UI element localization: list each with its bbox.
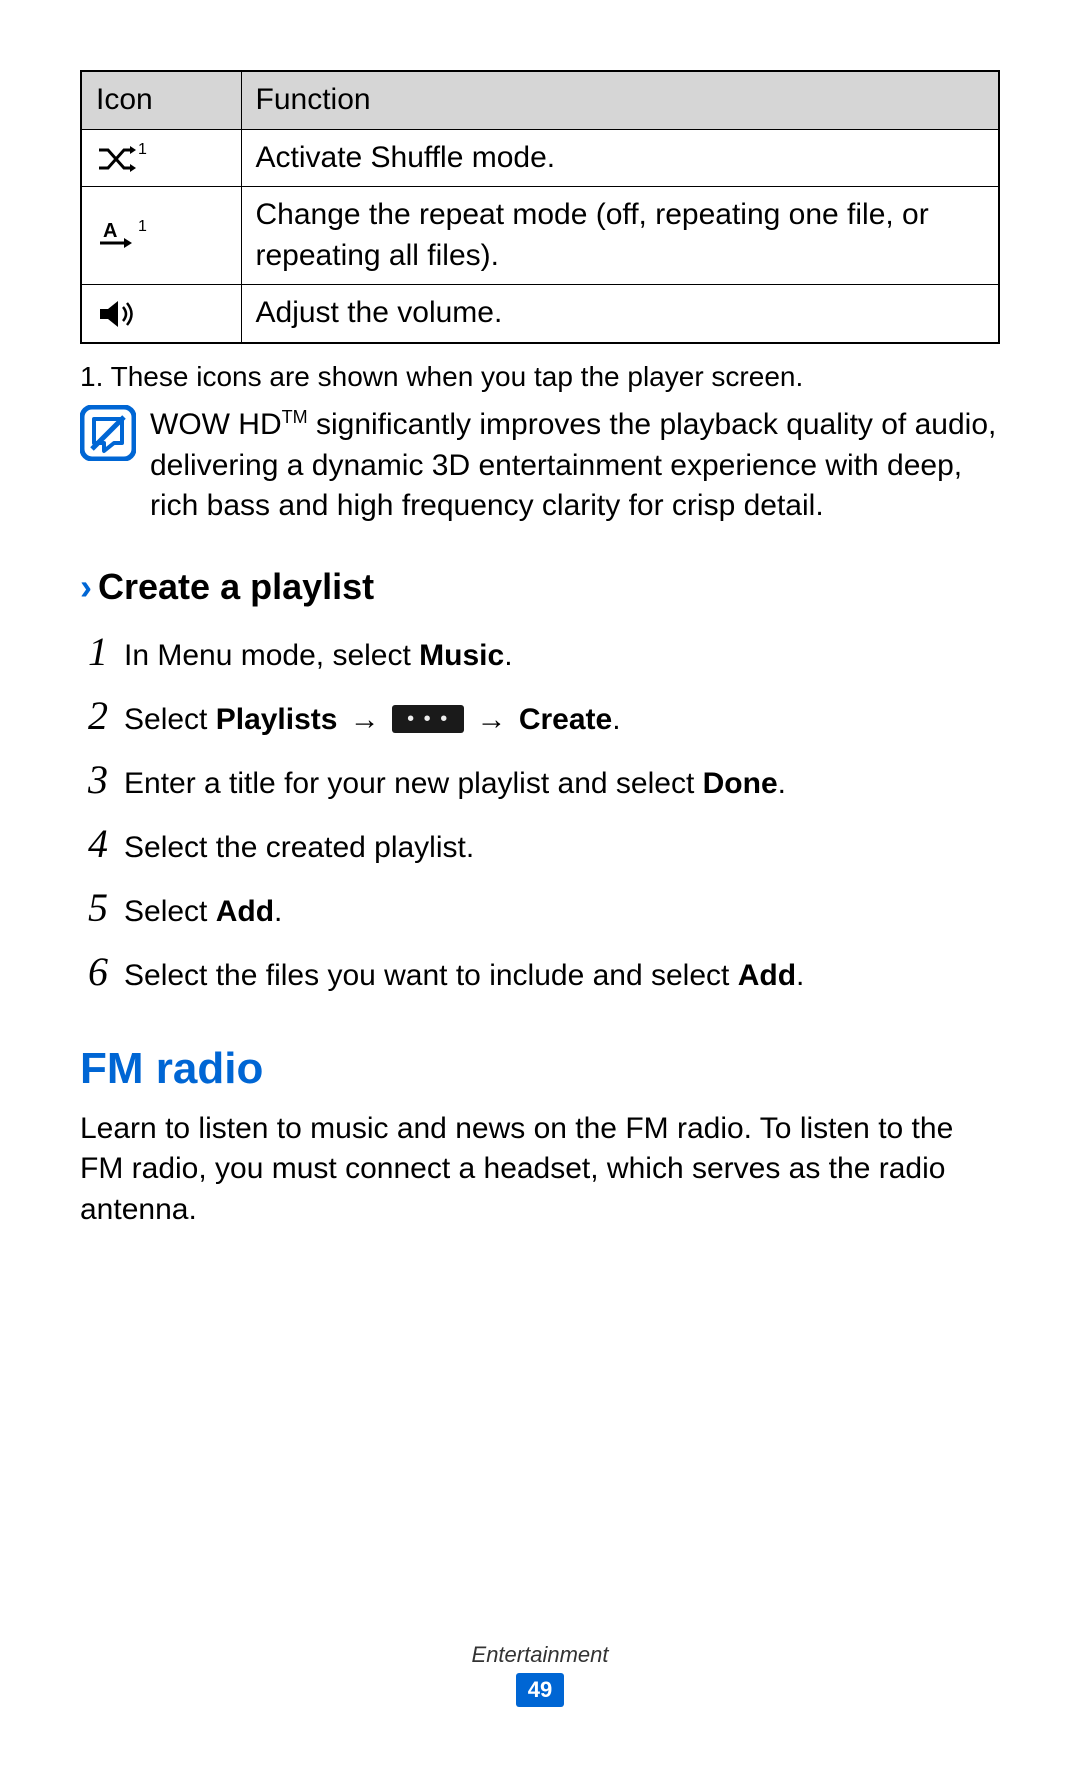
t: . (612, 703, 620, 736)
t: . (778, 767, 786, 800)
note-prefix: WOW HD (150, 408, 282, 441)
step-item: 5 Select Add. (80, 881, 1000, 935)
table-row: A 1 Change the repeat mode (off, repeati… (81, 187, 999, 285)
cell-function: Change the repeat mode (off, repeating o… (241, 187, 999, 285)
t: Enter a title for your new playlist and … (124, 767, 703, 800)
svg-text:A: A (103, 220, 117, 242)
th-icon: Icon (81, 71, 241, 129)
step-item: 1 In Menu mode, select Music. (80, 625, 1000, 679)
bold: Done (703, 767, 778, 800)
t: . (274, 895, 282, 928)
cell-function: Activate Shuffle mode. (241, 129, 999, 187)
heading-fm-radio: FM radio (80, 1039, 1000, 1098)
page-footer: Entertainment 49 (0, 1640, 1080, 1707)
table-row: Adjust the volume. (81, 285, 999, 343)
step-item: 3 Enter a title for your new playlist an… (80, 753, 1000, 807)
note-text: WOW HDTM significantly improves the play… (150, 405, 1000, 527)
step-text: Select the files you want to include and… (124, 956, 804, 997)
footnote-mark: 1 (138, 218, 147, 235)
footnote-mark: 1 (138, 141, 147, 158)
th-function: Function (241, 71, 999, 129)
info-note: WOW HDTM significantly improves the play… (80, 405, 1000, 527)
repeat-icon: A (96, 219, 136, 253)
arrow: → (464, 703, 519, 736)
cell-icon-volume (81, 285, 241, 343)
shuffle-icon (96, 144, 136, 174)
step-text: Select Add. (124, 892, 282, 933)
bold: Playlists (216, 703, 338, 736)
step-text: Select the created playlist. (124, 828, 474, 869)
bold: Create (519, 703, 612, 736)
steps-list: 1 In Menu mode, select Music. 2 Select P… (80, 625, 1000, 999)
t: . (796, 959, 804, 992)
table-header-row: Icon Function (81, 71, 999, 129)
chevron-icon: › (80, 566, 92, 607)
more-menu-icon (392, 705, 464, 733)
step-item: 6 Select the files you want to include a… (80, 945, 1000, 999)
section-title-text: Create a playlist (98, 566, 374, 607)
page: Icon Function 1 Activate Shuffle mode. (0, 0, 1080, 1771)
bold: Add (738, 959, 796, 992)
body-paragraph: Learn to listen to music and news on the… (80, 1109, 1000, 1231)
step-text: Select Playlists → → Create. (124, 700, 621, 741)
step-number: 6 (80, 945, 108, 999)
bold: Add (216, 895, 274, 928)
t: Select (124, 703, 216, 736)
step-item: 2 Select Playlists → → Create. (80, 689, 1000, 743)
cell-icon-shuffle: 1 (81, 129, 241, 187)
t: . (504, 639, 512, 672)
step-number: 4 (80, 817, 108, 871)
arrow: → (337, 703, 392, 736)
page-number: 49 (516, 1673, 564, 1707)
section-heading-create-playlist: ›Create a playlist (80, 563, 1000, 612)
table-row: 1 Activate Shuffle mode. (81, 129, 999, 187)
cell-icon-repeat: A 1 (81, 187, 241, 285)
cell-function: Adjust the volume. (241, 285, 999, 343)
volume-icon (96, 299, 136, 329)
step-number: 5 (80, 881, 108, 935)
note-icon (80, 405, 136, 461)
bold: Music (419, 639, 504, 672)
step-number: 2 (80, 689, 108, 743)
step-item: 4 Select the created playlist. (80, 817, 1000, 871)
t: Select (124, 895, 216, 928)
step-text: In Menu mode, select Music. (124, 636, 513, 677)
footnote-text: 1. These icons are shown when you tap th… (80, 358, 1000, 396)
step-text: Enter a title for your new playlist and … (124, 764, 786, 805)
t: In Menu mode, select (124, 639, 419, 672)
icon-function-table: Icon Function 1 Activate Shuffle mode. (80, 70, 1000, 344)
trademark: TM (282, 407, 308, 427)
t: Select the files you want to include and… (124, 959, 738, 992)
step-number: 3 (80, 753, 108, 807)
step-number: 1 (80, 625, 108, 679)
footer-section-name: Entertainment (0, 1640, 1080, 1670)
